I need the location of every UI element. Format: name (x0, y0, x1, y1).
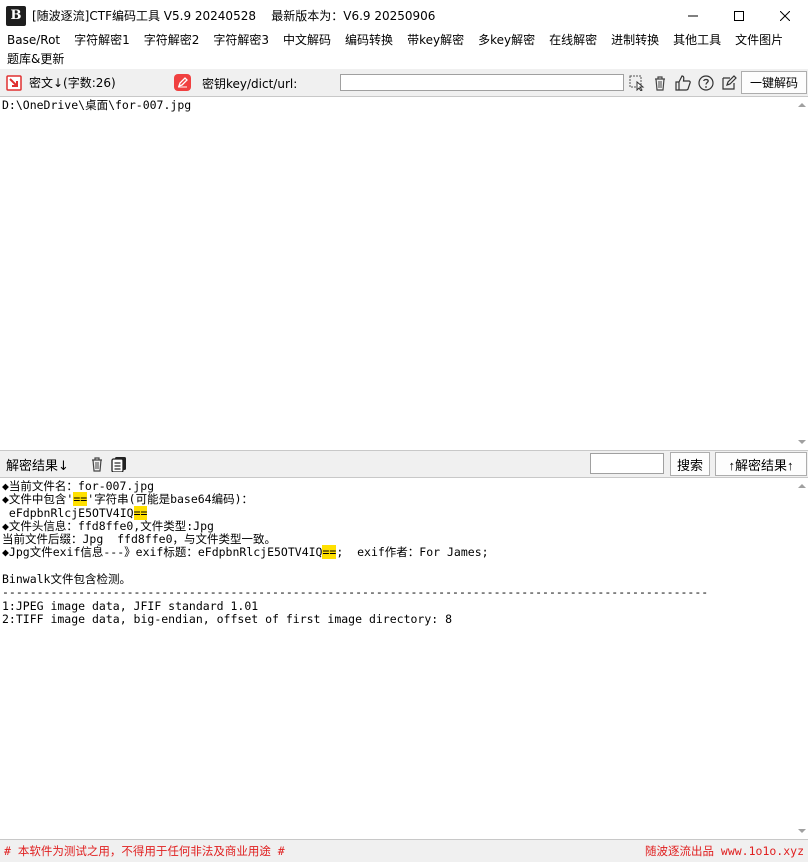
pencil-icon (722, 75, 737, 90)
help-icon (698, 75, 714, 91)
app-logo-icon: B (6, 5, 26, 26)
menu-questions-update[interactable]: 题库&更新 (0, 50, 71, 69)
result-text-segment: ◆当前文件名：for-007.jpg (2, 480, 155, 493)
cipher-label: 密文↓(字数:26) (29, 76, 116, 90)
result-text-segment: '字符串(可能是base64编码)： (87, 492, 254, 507)
key-label: 密钥key/dict/url: (202, 77, 298, 91)
search-button[interactable]: 搜索 (670, 452, 710, 476)
result-text-segment: ◆文件中包含' (2, 492, 74, 507)
menu-base-rot[interactable]: Base/Rot (0, 31, 67, 50)
scroll-down-icon[interactable] (798, 438, 806, 446)
menu-encoding-convert[interactable]: 编码转换 (338, 31, 400, 50)
status-footer: # 本软件为测试之用，不得用于任何非法及商业用途 # 随波逐流出品 www.1o… (0, 840, 808, 862)
close-button[interactable] (762, 0, 808, 31)
edit-icon[interactable] (174, 74, 191, 91)
result-line: ----------------------------------------… (2, 586, 794, 599)
menu-online-decrypt[interactable]: 在线解密 (542, 31, 604, 50)
result-line (2, 560, 794, 573)
scroll-up-icon[interactable] (798, 482, 806, 490)
menu-char-decrypt-1[interactable]: 字符解密1 (67, 31, 137, 50)
highlight-match: == (133, 505, 148, 520)
footer-credit[interactable]: 随波逐流出品 www.1o1o.xyz (645, 843, 804, 859)
menu-bar: Base/Rot 字符解密1 字符解密2 字符解密3 中文解码 编码转换 带ke… (0, 31, 808, 69)
result-text-segment: 1:JPEG image data, JFIF standard 1.01 (2, 598, 259, 613)
one-click-decode-button[interactable]: 一键解码 (741, 71, 807, 94)
scroll-up-icon[interactable] (798, 101, 806, 109)
help-button[interactable] (696, 73, 716, 93)
thumbs-up-icon (675, 75, 691, 91)
output-scrollbar[interactable] (796, 478, 808, 839)
menu-base-convert[interactable]: 进制转换 (604, 31, 666, 50)
result-line: eFdpbnRlcjE5OTV4IQ== (2, 505, 794, 520)
result-line: ◆文件头信息：ffd8ffe0,文件类型:Jpg (2, 518, 794, 533)
toolbar-icons (627, 73, 742, 93)
menu-char-decrypt-2[interactable]: 字符解密2 (137, 31, 207, 50)
result-line: 当前文件后缀：Jpg ffd8ffe0，与文件类型一致。 (2, 533, 794, 546)
result-toolbar: 解密结果↓ 搜索 ↑解密结果↑ (0, 451, 808, 477)
cipher-input-pane[interactable]: D:\OneDrive\桌面\for-007.jpg (0, 96, 808, 451)
result-text-segment: eFdpbnRlcjE5OTV4IQ (2, 505, 134, 520)
footer-disclaimer: # 本软件为测试之用，不得用于任何非法及商业用途 # (4, 844, 285, 858)
result-output-text[interactable]: ◆当前文件名：for-007.jpg ◆文件中包含'=='字符串(可能是base6… (2, 480, 794, 839)
window-title: [随波逐流]CTF编码工具 V5.9 20240528 最新版本为：V6.9 2… (32, 9, 436, 23)
trash-icon (655, 76, 665, 91)
menu-multi-key-decrypt[interactable]: 多key解密 (471, 31, 542, 50)
highlight-match: == (73, 492, 88, 507)
cipher-toolbar: 密文↓(字数:26) 密钥key/dict/url: 一键解码 (0, 69, 808, 96)
result-line: ◆Jpg文件exif信息---》exif标题：eFdpbnRlcjE5OTV4I… (2, 545, 794, 560)
key-input[interactable] (340, 74, 624, 91)
copy-cursor-button[interactable] (627, 73, 647, 93)
copy-icon[interactable] (111, 456, 127, 472)
result-line: ◆文件中包含'=='字符串(可能是base64编码)： (2, 492, 794, 507)
result-text-segment: Binwalk文件包含检测。 (2, 572, 131, 587)
menu-other-tools[interactable]: 其他工具 (666, 31, 728, 50)
title-bar: B [随波逐流]CTF编码工具 V5.9 20240528 最新版本为：V6.9… (0, 0, 808, 31)
move-result-up-button[interactable]: ↑解密结果↑ (715, 452, 807, 476)
result-text-segment: ; exif作者：For James; (336, 545, 489, 560)
close-icon (780, 10, 790, 21)
menu-row-2: 题库&更新 (0, 50, 808, 69)
menu-char-decrypt-3[interactable]: 字符解密3 (206, 31, 276, 50)
like-button[interactable] (673, 73, 693, 93)
maximize-button[interactable] (716, 0, 762, 31)
edit-button[interactable] (719, 73, 739, 93)
result-text-segment: ◆文件头信息：ffd8ffe0,文件类型:Jpg (2, 518, 214, 533)
result-text-segment: 当前文件后缀：Jpg ffd8ffe0，与文件类型一致。 (2, 532, 277, 547)
menu-key-decrypt[interactable]: 带key解密 (400, 31, 471, 50)
result-line: Binwalk文件包含检测。 (2, 572, 794, 587)
window-controls (670, 0, 808, 31)
result-output-pane[interactable]: ◆当前文件名：for-007.jpg ◆文件中包含'=='字符串(可能是base6… (0, 477, 808, 840)
result-label: 解密结果↓ (6, 458, 69, 474)
trash-icon[interactable] (89, 456, 105, 472)
minimize-button[interactable] (670, 0, 716, 31)
search-input[interactable] (590, 453, 664, 474)
highlight-match: == (322, 545, 337, 560)
menu-row-1: Base/Rot 字符解密1 字符解密2 字符解密3 中文解码 编码转换 带ke… (0, 31, 808, 50)
paste-icon[interactable] (6, 74, 22, 91)
maximize-icon (734, 10, 744, 21)
input-scrollbar[interactable] (796, 97, 808, 450)
cipher-input-text[interactable]: D:\OneDrive\桌面\for-007.jpg (2, 99, 794, 450)
scroll-down-icon[interactable] (798, 827, 806, 835)
copy-cursor-icon (629, 75, 645, 91)
clear-input-button[interactable] (650, 73, 670, 93)
result-line: 1:JPEG image data, JFIF standard 1.01 (2, 598, 794, 613)
result-text-segment: 2:TIFF image data, big-endian, offset of… (2, 611, 453, 626)
menu-chinese-decode[interactable]: 中文解码 (276, 31, 338, 50)
result-text-segment: ----------------------------------------… (2, 585, 709, 600)
menu-file-image[interactable]: 文件图片 (728, 31, 790, 50)
result-line: ◆当前文件名：for-007.jpg (2, 480, 794, 493)
minimize-icon (688, 15, 698, 16)
result-text-segment: ◆Jpg文件exif信息---》exif标题：eFdpbnRlcjE5OTV4I… (2, 545, 323, 560)
result-line: 2:TIFF image data, big-endian, offset of… (2, 611, 794, 626)
